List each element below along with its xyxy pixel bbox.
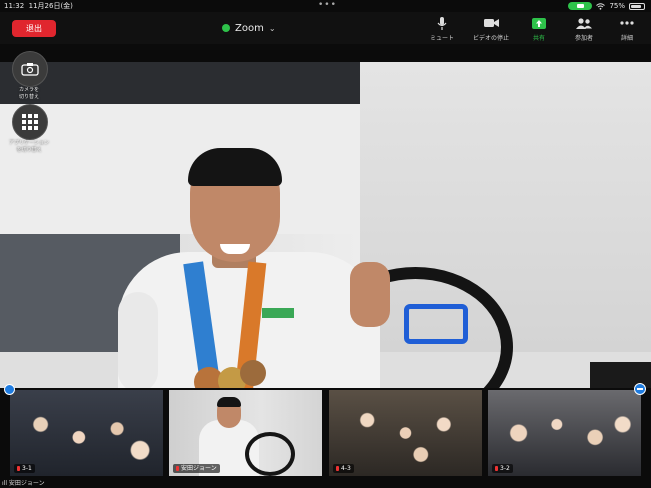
minus-icon — [637, 388, 643, 390]
status-icons: 75% — [568, 2, 645, 10]
muted-mic-icon — [176, 466, 179, 471]
participant-name-tag: 3-1 — [14, 464, 35, 473]
more-button[interactable]: 詳細 — [606, 16, 648, 42]
leave-button[interactable]: 退出 — [12, 20, 56, 37]
participant-name-tag: 3-2 — [492, 464, 513, 473]
thumbs-up-hand — [350, 262, 390, 327]
camera-in-use-icon — [568, 2, 593, 10]
battery-percent: 75% — [609, 2, 625, 10]
participants-icon — [576, 17, 592, 29]
participant-tile[interactable]: 3-2 — [488, 390, 641, 476]
meeting-title[interactable]: Zoom ⌄ — [222, 20, 276, 36]
participants-button[interactable]: 参加者 — [563, 16, 605, 42]
microphone-icon — [437, 16, 447, 30]
participant-tile-active[interactable]: 安田ジョーン — [169, 390, 322, 476]
more-icon — [620, 21, 634, 25]
more-label: 詳細 — [620, 35, 633, 42]
stop-video-label: ビデオの停止 — [472, 35, 509, 42]
participant-tile[interactable]: 4-3 — [329, 390, 482, 476]
participant-name-tag: 4-3 — [333, 464, 354, 473]
mute-label: ミュート — [429, 35, 454, 42]
previous-page-button[interactable] — [4, 384, 15, 395]
battery-icon — [629, 2, 645, 10]
participant-name-tag: 安田ジョーン — [173, 464, 220, 473]
participant-strip: 3-1 安田ジョーン 4-3 3-2 — [0, 388, 651, 488]
status-time: 11:32 11月26日(金) — [4, 2, 73, 10]
share-screen-icon — [532, 17, 546, 29]
security-shield-icon — [222, 24, 230, 32]
video-camera-icon — [483, 19, 499, 27]
muted-mic-icon — [336, 466, 339, 471]
muted-mic-icon — [495, 466, 498, 471]
app-title: Zoom — [235, 22, 264, 34]
active-speaker-label: ıll 安田ジョーン — [2, 480, 45, 487]
switch-app-button[interactable] — [12, 104, 48, 140]
grid-icon — [22, 114, 38, 130]
camera-flip-icon — [21, 63, 39, 76]
participants-label: 参加者 — [574, 35, 593, 42]
multitask-dots[interactable]: ••• — [318, 0, 337, 10]
medal — [240, 360, 266, 386]
switch-app-label: アプリケーション を切り替え — [9, 140, 49, 153]
wifi-icon — [596, 2, 606, 10]
share-button[interactable]: 共有 — [518, 16, 560, 42]
switch-camera-label: カメラを 切り替え — [18, 87, 39, 100]
participant-tile[interactable]: 3-1 — [10, 390, 163, 476]
share-label: 共有 — [532, 35, 545, 42]
stop-video-button[interactable]: ビデオの停止 — [470, 16, 512, 42]
switch-camera-button[interactable] — [12, 51, 48, 87]
main-video[interactable] — [0, 62, 651, 388]
collapse-thumbnails-button[interactable] — [634, 383, 646, 395]
muted-mic-icon — [17, 466, 20, 471]
chevron-down-icon: ⌄ — [268, 23, 276, 33]
mute-button[interactable]: ミュート — [421, 16, 463, 42]
status-bar: 11:32 11月26日(金) ••• 75% — [0, 0, 651, 12]
meeting-toolbar: 退出 Zoom ⌄ ミュート ビデオの停止 共有 参加者 詳細 — [0, 12, 651, 44]
